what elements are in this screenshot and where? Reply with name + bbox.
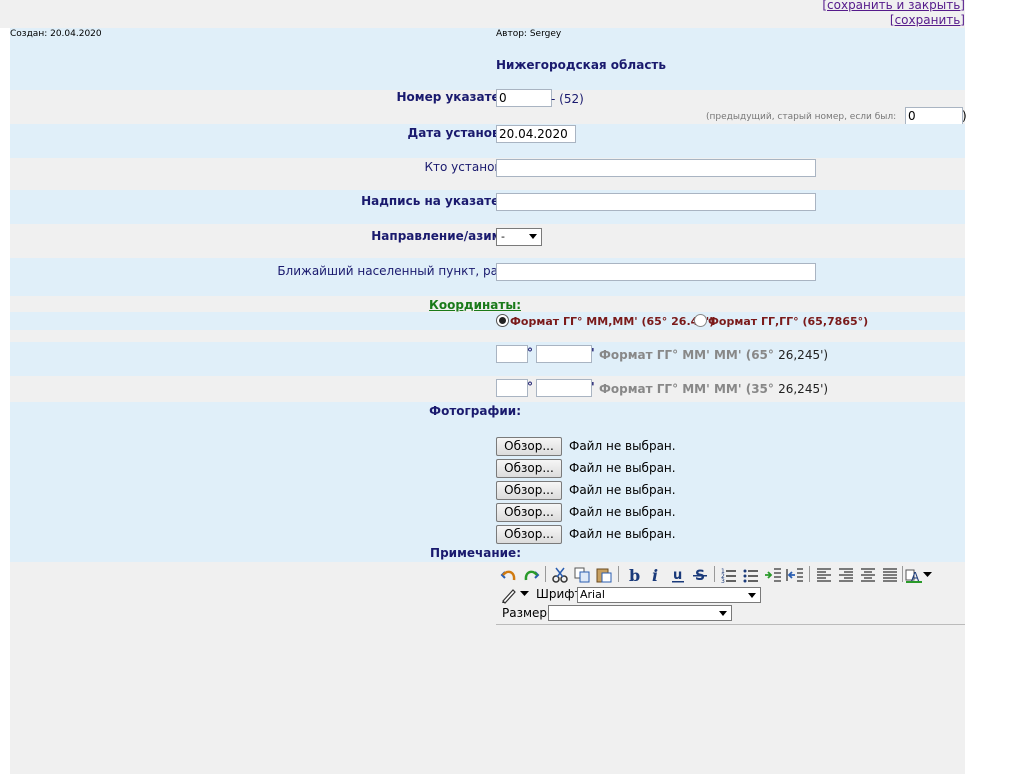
longitude-minutes-input[interactable] bbox=[536, 379, 592, 397]
author: Автор: Sergey bbox=[496, 29, 562, 39]
file-status: Файл не выбран. bbox=[569, 461, 676, 475]
meta-row: Создан: 20.04.2020 Автор: Sergey bbox=[10, 28, 965, 58]
svg-text:b: b bbox=[629, 566, 640, 584]
browse-button[interactable]: Обзор... bbox=[496, 437, 562, 456]
indent-icon[interactable] bbox=[764, 566, 782, 584]
svg-text:u: u bbox=[673, 568, 682, 583]
latitude-minutes-input[interactable] bbox=[536, 345, 592, 363]
size-label: Размер bbox=[502, 606, 548, 620]
browse-button[interactable]: Обзор... bbox=[496, 481, 562, 500]
toolbar-separator bbox=[809, 566, 810, 582]
bold-icon[interactable]: b bbox=[625, 566, 643, 584]
minute-symbol: ' bbox=[591, 380, 595, 394]
format1-radio[interactable] bbox=[496, 314, 509, 327]
coordinates-link[interactable]: Координаты: bbox=[429, 298, 521, 312]
nearest-input[interactable] bbox=[496, 263, 816, 281]
ordered-list-icon[interactable]: 1 2 3 bbox=[720, 566, 738, 584]
index-count: - (52) bbox=[551, 92, 584, 106]
previous-number-note: (предыдущий, старый номер, если был: bbox=[706, 112, 897, 122]
latitude-degrees-input[interactable] bbox=[496, 345, 528, 363]
redo-icon[interactable] bbox=[522, 566, 540, 584]
latitude-hint: Формат ГГ° ММ' ММ' (65° 26,245') bbox=[599, 348, 829, 362]
index-input[interactable] bbox=[496, 89, 552, 107]
align-left-icon[interactable] bbox=[815, 566, 833, 584]
save-link[interactable]: [сохранить] bbox=[890, 13, 965, 27]
file-status: Файл не выбран. bbox=[569, 483, 676, 497]
justify-icon[interactable] bbox=[881, 566, 899, 584]
region-title: Нижегородская область bbox=[496, 58, 666, 72]
size-select[interactable] bbox=[548, 605, 732, 621]
toolbar-separator bbox=[545, 566, 546, 582]
chevron-down-icon[interactable] bbox=[923, 572, 932, 578]
format2-label: Формат ГГ,ГГ° (65,7865°) bbox=[708, 315, 869, 328]
note-label: Примечание: bbox=[430, 546, 521, 560]
chevron-down-icon[interactable] bbox=[520, 591, 529, 597]
longitude-degrees-input[interactable] bbox=[496, 379, 528, 397]
format2-radio[interactable] bbox=[694, 314, 707, 327]
italic-icon[interactable]: i bbox=[647, 566, 665, 584]
unordered-list-icon[interactable] bbox=[742, 566, 760, 584]
photos-label: Фотографии: bbox=[429, 404, 521, 418]
file-status: Файл не выбран. bbox=[569, 439, 676, 453]
highlight-icon[interactable] bbox=[500, 586, 518, 604]
svg-text:3: 3 bbox=[721, 578, 725, 584]
paste-icon[interactable] bbox=[595, 566, 613, 584]
photos-section bbox=[10, 402, 965, 562]
undo-icon[interactable] bbox=[500, 566, 518, 584]
svg-text:i: i bbox=[652, 566, 658, 584]
previous-number-input[interactable] bbox=[905, 107, 963, 125]
align-right-icon[interactable] bbox=[837, 566, 855, 584]
date-input[interactable] bbox=[496, 125, 576, 143]
created-date: Создан: 20.04.2020 bbox=[10, 29, 102, 39]
chevron-down-icon bbox=[719, 611, 727, 616]
degree-symbol: ° bbox=[527, 380, 533, 394]
save-and-close-link[interactable]: [сохранить и закрыть] bbox=[822, 0, 965, 12]
toolbar-separator bbox=[902, 566, 903, 582]
format1-label: Формат ГГ° ММ,ММ' (65° 26.46') bbox=[510, 315, 715, 328]
nearest-label: Ближайший населенный пункт, район bbox=[277, 264, 521, 278]
text-color-icon[interactable]: A bbox=[905, 566, 923, 584]
browse-button[interactable]: Обзор... bbox=[496, 525, 562, 544]
browse-button[interactable]: Обзор... bbox=[496, 459, 562, 478]
degree-symbol: ° bbox=[527, 346, 533, 360]
previous-number-close: ) bbox=[962, 109, 967, 123]
font-select[interactable]: Arial bbox=[577, 587, 761, 603]
longitude-hint: Формат ГГ° ММ' ММ' (35° 26,245') bbox=[599, 382, 829, 396]
toolbar-separator bbox=[618, 566, 619, 582]
toolbar-separator bbox=[714, 566, 715, 582]
installer-input[interactable] bbox=[496, 159, 816, 177]
copy-icon[interactable] bbox=[573, 566, 591, 584]
cut-icon[interactable] bbox=[551, 566, 569, 584]
minute-symbol: ' bbox=[591, 346, 595, 360]
align-center-icon[interactable] bbox=[859, 566, 877, 584]
browse-button[interactable]: Обзор... bbox=[496, 503, 562, 522]
region-row: Нижегородская область bbox=[10, 58, 965, 90]
chevron-down-icon bbox=[529, 234, 537, 239]
file-status: Файл не выбран. bbox=[569, 505, 676, 519]
spacer-row bbox=[10, 330, 965, 342]
underline-icon[interactable]: u bbox=[669, 566, 687, 584]
direction-select[interactable]: - bbox=[496, 228, 542, 246]
font-label: Шрифт bbox=[536, 587, 582, 601]
outdent-icon[interactable] bbox=[786, 566, 804, 584]
inscription-input[interactable] bbox=[496, 193, 816, 211]
top-bar bbox=[0, 0, 965, 28]
chevron-down-icon bbox=[748, 593, 756, 598]
file-status: Файл не выбран. bbox=[569, 527, 676, 541]
strikethrough-icon[interactable]: S bbox=[691, 566, 709, 584]
